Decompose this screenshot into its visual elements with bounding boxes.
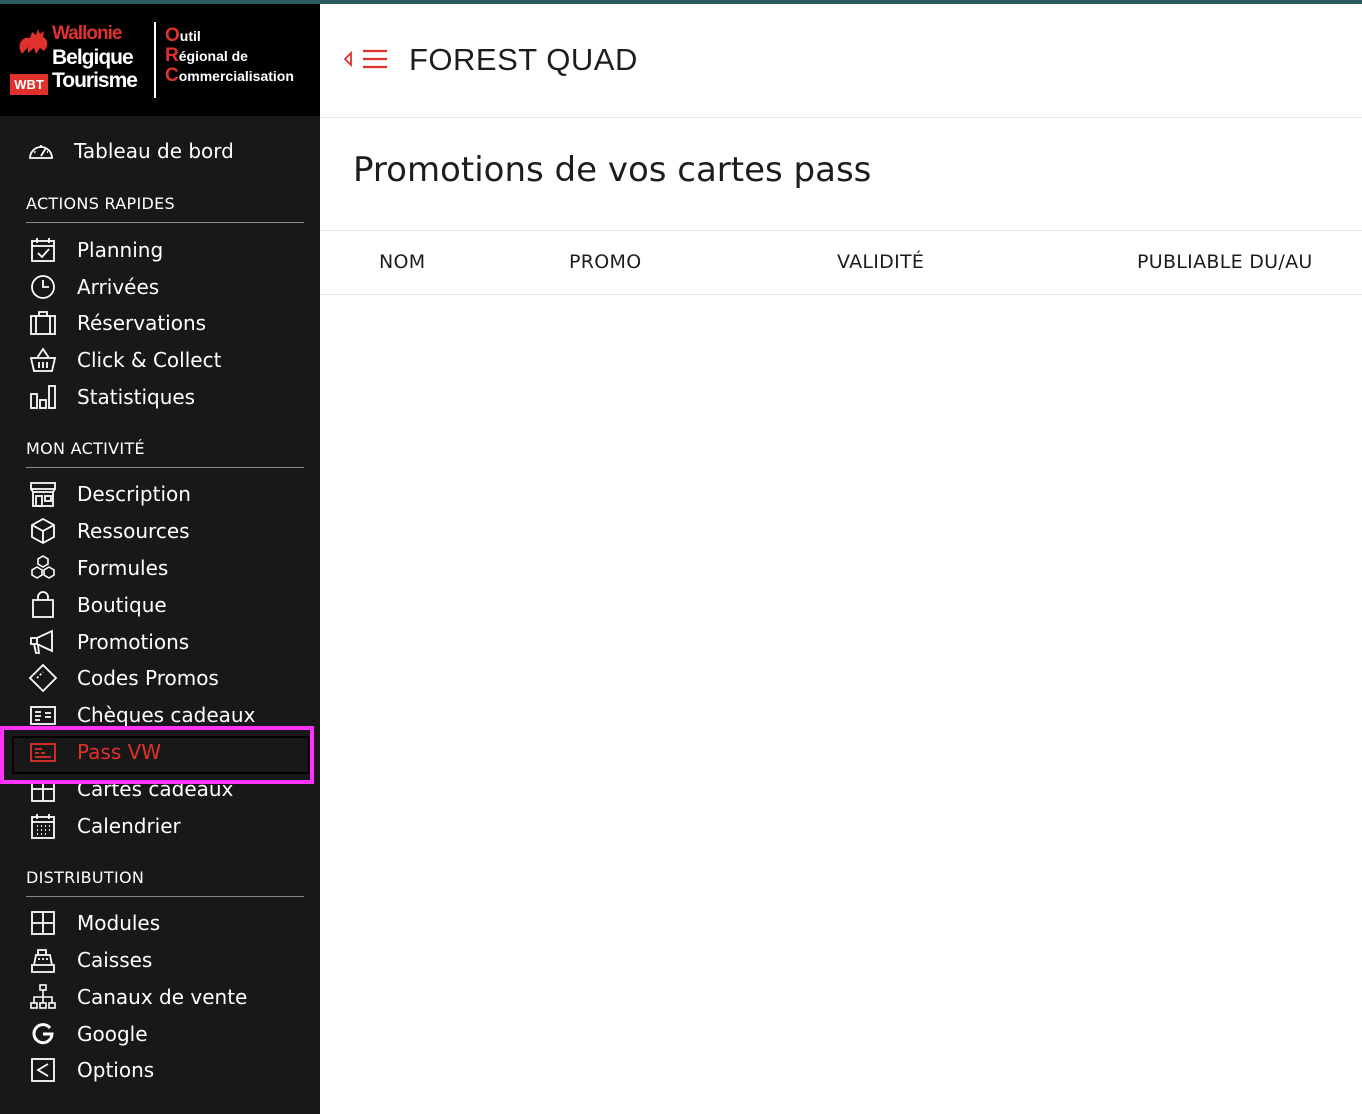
calendar-check-icon <box>26 233 60 267</box>
sidebar-item-label: Canaux de vente <box>77 985 248 1009</box>
orc-text-c: ommercialisation <box>178 68 294 84</box>
brand-divider <box>154 22 156 98</box>
megaphone-icon <box>26 625 60 659</box>
storefront-icon <box>26 477 60 511</box>
sidebar-item-label: Codes Promos <box>77 666 219 690</box>
sidebar-item-label: Promotions <box>77 630 190 654</box>
grid-icon <box>26 906 60 940</box>
sidebar-item-modules[interactable]: Modules <box>26 906 160 940</box>
menu-collapse-icon <box>343 49 387 69</box>
sidebar-item-label: Description <box>77 482 191 506</box>
sidebar-item-label: Planning <box>77 238 164 262</box>
section-quick-actions: ACTIONS RAPIDES <box>26 194 304 223</box>
wbt-line-wallonie: Wallonie <box>52 23 122 44</box>
sidebar-item-label: Chèques cadeaux <box>77 703 256 727</box>
cube-icon <box>26 514 60 548</box>
sidebar: Wallonie Belgique WBT Tourisme Outil Rég… <box>0 4 320 1114</box>
sidebar-item-label: Formules <box>77 556 169 580</box>
sidebar-item-cash-registers[interactable]: Caisses <box>26 943 152 977</box>
suitcase-icon <box>26 306 60 340</box>
cash-register-icon <box>26 943 60 977</box>
sidebar-item-pass-vw[interactable]: Pass VW <box>26 735 161 769</box>
speedometer-icon <box>24 134 58 168</box>
sidebar-item-dashboard[interactable]: Tableau de bord <box>24 134 234 168</box>
sidebar-item-label: Ressources <box>77 519 190 543</box>
column-header-validity[interactable]: VALIDITÉ <box>837 251 924 273</box>
wbt-logo: Wallonie Belgique WBT Tourisme <box>10 22 150 96</box>
sidebar-item-label: Statistiques <box>77 385 196 409</box>
sidebar-item-label: Modules <box>77 911 161 935</box>
pass-card-icon <box>26 735 60 769</box>
share-box-icon <box>26 1053 60 1087</box>
sidebar-item-arrivals[interactable]: Arrivées <box>26 270 159 304</box>
sidebar-item-statistics[interactable]: Statistiques <box>26 380 195 414</box>
sidebar-item-sales-channels[interactable]: Canaux de vente <box>26 980 247 1014</box>
wbt-line-belgique: Belgique <box>52 46 134 69</box>
calendar-icon <box>26 809 60 843</box>
column-header-publishable[interactable]: PUBLIABLE DU/AU <box>1137 251 1313 273</box>
orc-letter-c: C <box>165 65 179 86</box>
sidebar-item-google[interactable]: Google <box>26 1017 148 1051</box>
section-distribution: DISTRIBUTION <box>26 868 304 897</box>
sidebar-item-label: Boutique <box>77 593 167 617</box>
section-my-activity: MON ACTIVITÉ <box>26 439 304 468</box>
orc-letter-r: R <box>165 45 179 66</box>
sidebar-item-promo-codes[interactable]: Codes Promos <box>26 661 219 695</box>
shopping-bag-icon <box>26 588 60 622</box>
orc-text-o: util <box>179 28 201 44</box>
sidebar-item-label: Google <box>77 1022 148 1046</box>
sidebar-item-label: Réservations <box>77 311 207 335</box>
sidebar-item-promotions[interactable]: Promotions <box>26 625 189 659</box>
sidebar-item-click-collect[interactable]: Click & Collect <box>26 343 221 377</box>
table-header: NOM PROMO VALIDITÉ PUBLIABLE DU/AU <box>320 230 1362 295</box>
sidebar-item-formulas[interactable]: Formules <box>26 551 168 585</box>
sitemap-icon <box>26 980 60 1014</box>
orc-text-r: égional de <box>178 48 248 64</box>
basket-icon <box>26 343 60 377</box>
rooster-icon <box>19 29 48 54</box>
clock-icon <box>26 270 60 304</box>
sidebar-item-reservations[interactable]: Réservations <box>26 306 206 340</box>
company-name: FOREST QUAD <box>409 42 638 77</box>
orc-logo: Outil Régional de Commercialisation <box>165 26 315 86</box>
column-header-promo[interactable]: PROMO <box>569 251 641 273</box>
cubes-icon <box>26 551 60 585</box>
bar-chart-icon <box>26 380 60 414</box>
sidebar-item-calendar[interactable]: Calendrier <box>26 809 181 843</box>
wbt-badge: WBT <box>10 74 48 95</box>
ticket-icon <box>26 661 60 695</box>
sidebar-item-shop[interactable]: Boutique <box>26 588 167 622</box>
column-header-name[interactable]: NOM <box>379 251 425 273</box>
google-icon <box>26 1017 60 1051</box>
sidebar-item-label: Arrivées <box>77 275 160 299</box>
sidebar-item-label: Options <box>77 1058 155 1082</box>
wbt-line-tourisme: Tourisme <box>52 69 138 92</box>
sidebar-item-label: Caisses <box>77 948 153 972</box>
sidebar-item-planning[interactable]: Planning <box>26 233 163 267</box>
sidebar-item-description[interactable]: Description <box>26 477 191 511</box>
page-title: Promotions de vos cartes pass <box>353 150 872 190</box>
sidebar-item-label: Pass VW <box>77 740 162 764</box>
orc-letter-o: O <box>165 25 180 46</box>
sidebar-item-options[interactable]: Options <box>26 1053 154 1087</box>
sidebar-toggle-button[interactable] <box>342 46 390 76</box>
brand-header: Wallonie Belgique WBT Tourisme Outil Rég… <box>0 4 320 116</box>
top-header: FOREST QUAD <box>320 4 1362 118</box>
sidebar-item-label: Tableau de bord <box>74 139 234 163</box>
sidebar-item-label: Click & Collect <box>77 348 222 372</box>
sidebar-item-resources[interactable]: Ressources <box>26 514 190 548</box>
sidebar-item-label: Calendrier <box>77 814 181 838</box>
